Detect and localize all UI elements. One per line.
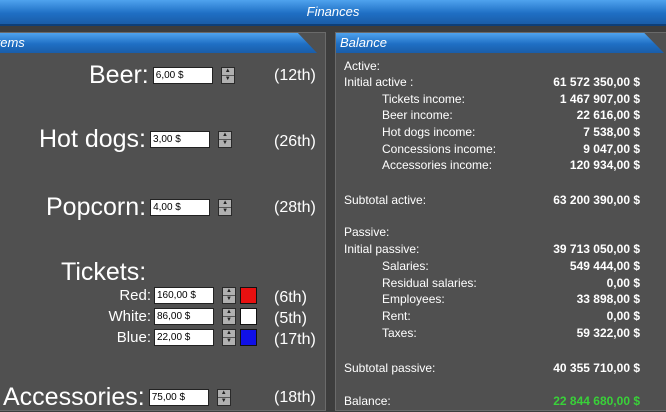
ticket-blue-label: Blue: [116,329,151,346]
salaries-value: 549 444,00 $ [569,259,640,273]
beer-price-spinner[interactable]: ▲ ▼ [220,67,235,84]
items-panel-header: Items [0,33,317,53]
accessories-income-value: 120 934,00 $ [569,158,640,172]
items-panel: Items Beer: 6,00 $ ▲▼ (12th) Hot dogs: 3… [0,32,326,411]
initial-active-value: 61 572 350,00 $ [553,75,640,89]
subtotal-active-label: Subtotal active: [344,193,427,207]
ticket-blue-color-swatch[interactable] [240,329,257,346]
popcorn-row: Popcorn: 4,00 $ ▲ ▼ [46,193,233,222]
beer-income-value: 22 616,00 $ [576,108,640,122]
ticket-red-rank: (6th) [274,289,307,306]
spinner-up-icon[interactable]: ▲ [223,330,235,338]
spinner-up-icon[interactable]: ▲ [219,200,232,208]
accessories-price-input[interactable]: 75,00 $ [148,389,209,406]
initial-passive-label: Initial passive: [344,242,420,256]
tickets-label: Tickets: [61,258,147,286]
hot-dogs-label: Hot dogs: [39,125,147,153]
employees-value: 33 898,00 $ [576,292,640,306]
beer-label: Beer: [89,61,149,89]
spinner-down-icon[interactable]: ▼ [221,76,234,83]
hot-dogs-row: Hot dogs: 3,00 $ ▲ ▼ [39,125,233,154]
hot-dogs-price-input[interactable]: 3,00 $ [150,131,211,148]
spinner-up-icon[interactable]: ▲ [217,390,230,398]
popcorn-label: Popcorn: [46,193,147,221]
spinner-down-icon[interactable]: ▼ [223,317,235,324]
beer-price-input[interactable]: 6,00 $ [152,67,213,84]
residual-salaries-label: Residual salaries: [382,276,477,290]
window-titlebar: Finances [0,0,666,26]
ticket-blue-row: Blue: 22,00 $ ▲ ▼ [91,329,257,346]
hotdogs-income-label: Hot dogs income: [382,125,476,139]
accessories-price-spinner[interactable]: ▲ ▼ [216,389,231,406]
ticket-white-label: White: [108,308,151,325]
ticket-red-label: Red: [119,287,151,304]
balance-panel-title: Balance [340,35,387,50]
items-panel-title: Items [0,35,25,50]
spinner-up-icon[interactable]: ▲ [223,288,235,296]
balance-panel-header: Balance [336,33,664,53]
ticket-red-color-swatch[interactable] [240,287,257,304]
balance-panel: Balance Active: Initial active : 61 572 3… [335,32,666,411]
taxes-value: 59 322,00 $ [576,326,640,340]
ticket-red-price-input[interactable]: 160,00 $ [154,287,214,304]
popcorn-price-spinner[interactable]: ▲ ▼ [218,199,233,216]
passive-heading-label: Passive: [344,225,390,239]
residual-salaries-value: 0,00 $ [606,276,640,290]
spinner-up-icon[interactable]: ▲ [219,132,232,140]
ticket-white-color-swatch[interactable] [240,308,257,325]
spinner-down-icon[interactable]: ▼ [219,140,232,147]
subtotal-passive-label: Subtotal passive: [344,361,436,375]
ticket-blue-price-spinner[interactable]: ▲ ▼ [222,329,236,346]
active-heading-label: Active: [344,59,381,73]
hotdogs-income-value: 7 538,00 $ [583,125,640,139]
initial-passive-value: 39 713 050,00 $ [553,242,640,256]
ticket-red-price-spinner[interactable]: ▲ ▼ [222,287,236,304]
concessions-income-value: 9 047,00 $ [583,142,640,156]
beer-rank: (12th) [274,67,316,84]
hot-dogs-rank: (26th) [274,133,316,150]
ticket-white-price-input[interactable]: 86,00 $ [154,308,214,325]
ticket-white-price-spinner[interactable]: ▲ ▼ [222,308,236,325]
spinner-down-icon[interactable]: ▼ [223,296,235,303]
ticket-blue-price-input[interactable]: 22,00 $ [154,329,214,346]
ticket-blue-rank: (17th) [274,331,316,348]
beer-row: Beer: 6,00 $ ▲ ▼ [89,61,235,90]
tickets-income-label: Tickets income: [382,92,465,106]
balance-value: 22 844 680,00 $ [553,394,640,408]
window-title: Finances [306,4,360,19]
rent-label: Rent: [382,309,411,323]
spinner-down-icon[interactable]: ▼ [223,338,235,345]
concessions-income-label: Concessions income: [382,142,497,156]
popcorn-price-input[interactable]: 4,00 $ [150,199,211,216]
ticket-white-rank: (5th) [274,310,307,327]
popcorn-rank: (28th) [274,199,316,216]
hot-dogs-price-spinner[interactable]: ▲ ▼ [218,131,233,148]
spinner-down-icon[interactable]: ▼ [217,398,230,405]
accessories-rank: (18th) [274,389,316,406]
initial-active-label: Initial active : [344,75,414,89]
spinner-up-icon[interactable]: ▲ [223,309,235,317]
salaries-label: Salaries: [382,259,429,273]
balance-label: Balance: [344,394,391,408]
spinner-up-icon[interactable]: ▲ [221,68,234,76]
taxes-label: Taxes: [382,326,417,340]
ticket-white-row: White: 86,00 $ ▲ ▼ [91,308,257,325]
subtotal-active-value: 63 200 390,00 $ [553,193,640,207]
beer-income-label: Beer income: [382,108,453,122]
ticket-red-row: Red: 160,00 $ ▲ ▼ [91,287,257,304]
tickets-income-value: 1 467 907,00 $ [559,92,640,106]
subtotal-passive-value: 40 355 710,00 $ [553,361,640,375]
employees-label: Employees: [382,292,445,306]
accessories-income-label: Accessories income: [382,158,493,172]
spinner-down-icon[interactable]: ▼ [219,208,232,215]
rent-value: 0,00 $ [606,309,640,323]
accessories-row: Accessories: 75,00 $ ▲ ▼ [3,383,231,412]
accessories-label: Accessories: [3,383,145,411]
